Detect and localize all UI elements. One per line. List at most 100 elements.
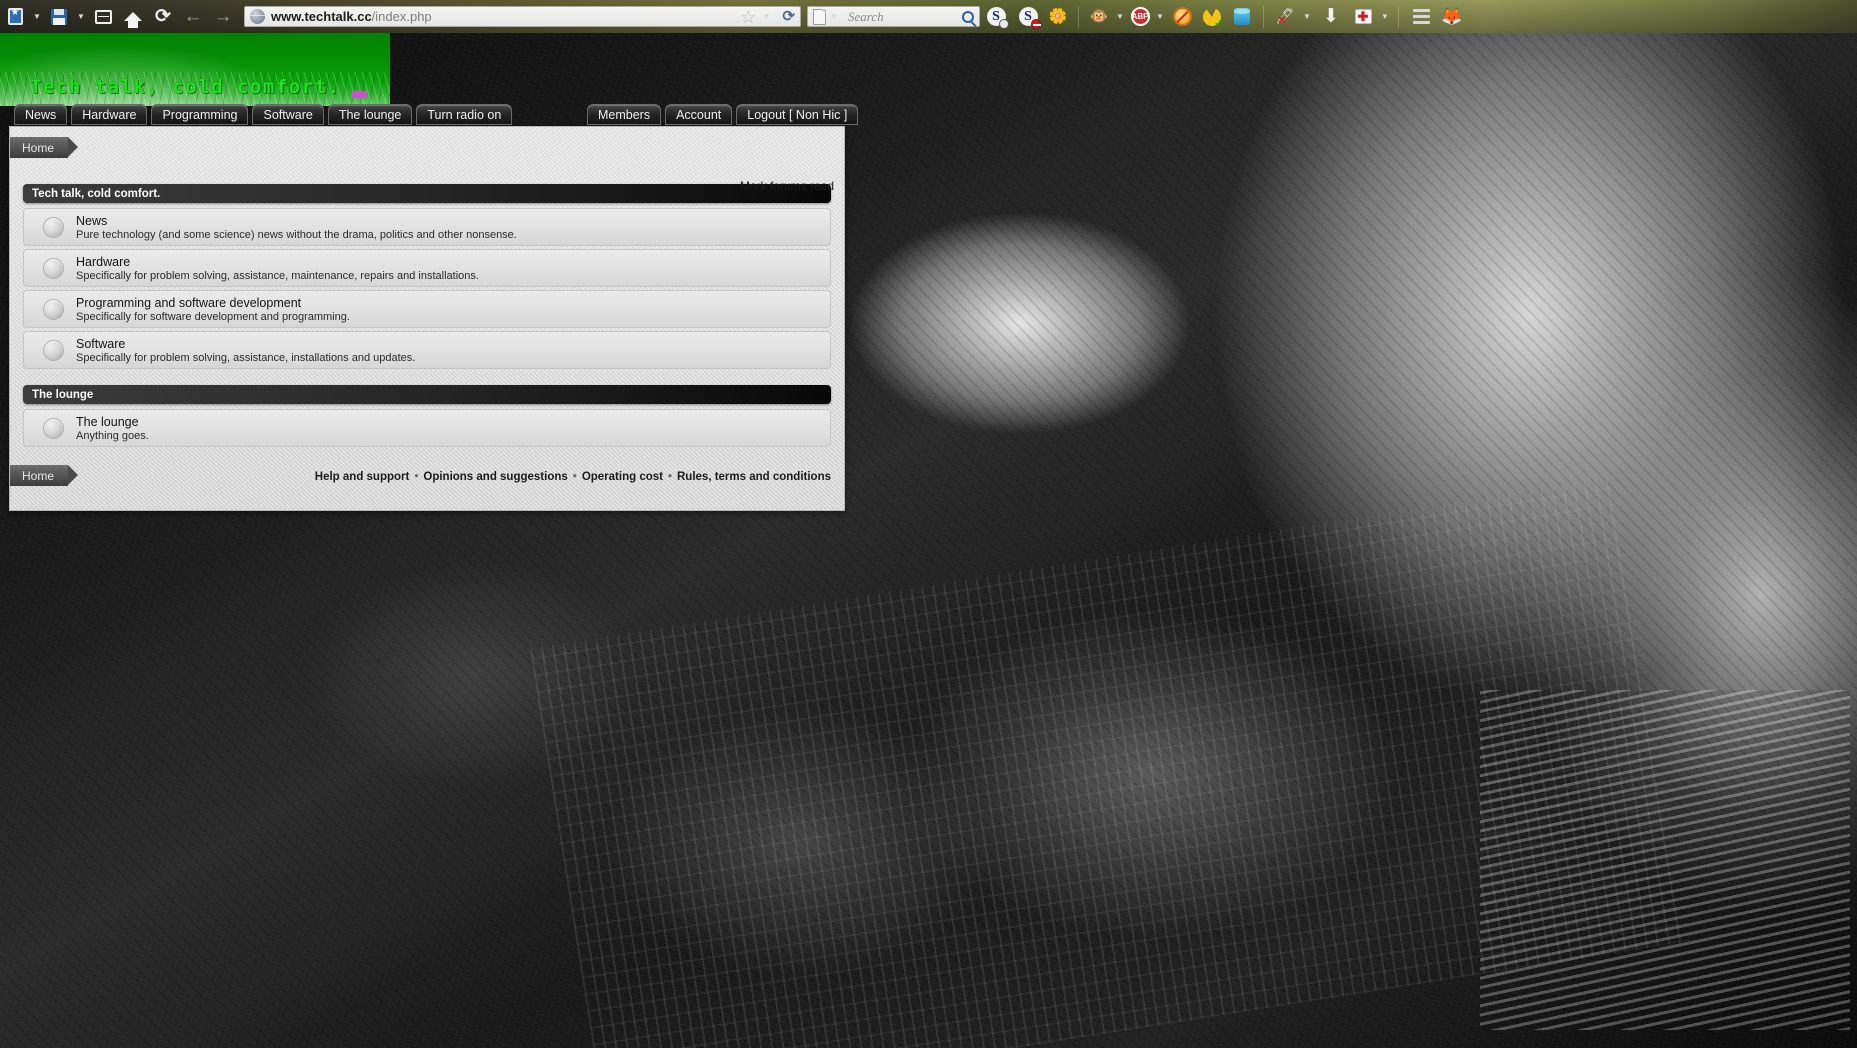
forum-title[interactable]: Hardware bbox=[76, 255, 479, 269]
first-aid-dropdown[interactable]: ▼ bbox=[1378, 0, 1392, 33]
main-navigation: News Hardware Programming Software The l… bbox=[0, 104, 860, 127]
category-header: Tech talk, cold comfort. bbox=[23, 184, 831, 203]
nav-tab-hardware[interactable]: Hardware bbox=[71, 104, 148, 125]
nav-primary-group: News Hardware Programming Software The l… bbox=[14, 104, 513, 125]
chevron-down-icon: ▼ bbox=[1303, 12, 1311, 21]
forum-row-news[interactable]: News Pure technology (and some science) … bbox=[23, 208, 831, 246]
noscript-blocked-icon: S bbox=[1018, 7, 1041, 29]
pac-addon-button[interactable] bbox=[1197, 0, 1227, 33]
nav-tab-label: Hardware bbox=[82, 107, 137, 122]
first-aid-button[interactable] bbox=[1348, 0, 1378, 33]
nav-tab-label: The lounge bbox=[338, 107, 402, 122]
forum-row-the-lounge[interactable]: The lounge Anything goes. bbox=[23, 409, 831, 447]
nav-tab-the-lounge[interactable]: The lounge bbox=[327, 104, 413, 125]
nav-tab-news[interactable]: News bbox=[14, 104, 68, 125]
address-reload-icon[interactable]: ⟳ bbox=[782, 9, 795, 24]
forum-title[interactable]: Programming and software development bbox=[76, 296, 350, 310]
site-title: Tech talk, cold comfort. bbox=[30, 76, 341, 98]
bookmark-dropdown[interactable]: ▼ bbox=[30, 0, 44, 33]
address-dropdown[interactable]: ▼ bbox=[762, 12, 776, 21]
nav-tab-programming[interactable]: Programming bbox=[151, 104, 249, 125]
forum-category-section: The lounge The lounge Anything goes. bbox=[23, 385, 831, 447]
forum-row-software[interactable]: Software Specifically for problem solvin… bbox=[23, 331, 831, 369]
browser-toolbar: ▼ ▼ ⟳ ← → www.techtalk.cc/index.php ☆ ▼ … bbox=[0, 0, 1857, 33]
back-arrow-icon: ← bbox=[183, 6, 203, 27]
window-icon bbox=[94, 9, 112, 24]
profile-button[interactable]: 🐵 bbox=[1085, 0, 1113, 33]
downloads-button[interactable]: ⬇ bbox=[1314, 0, 1348, 33]
download-arrow-icon: ⬇ bbox=[1323, 6, 1339, 27]
footer-separator: • bbox=[414, 471, 419, 483]
breadcrumb-home-top[interactable]: Home bbox=[10, 137, 79, 158]
forward-button[interactable]: → bbox=[208, 0, 238, 33]
forum-title[interactable]: News bbox=[76, 214, 517, 228]
chevron-down-icon: ▼ bbox=[77, 12, 85, 21]
bookmark-button[interactable] bbox=[0, 0, 30, 33]
footer-link-rules-terms-and-conditions[interactable]: Rules, terms and conditions bbox=[677, 471, 831, 483]
adblock-button[interactable]: ABP bbox=[1127, 0, 1153, 33]
mark-forums-read-link[interactable]: Mark forums read bbox=[740, 179, 834, 193]
menu-button[interactable] bbox=[1405, 0, 1437, 33]
nav-tab-turn-radio-on[interactable]: Turn radio on bbox=[416, 104, 513, 125]
background-ribbon-detail bbox=[1480, 690, 1850, 1030]
chevron-down-icon: ▼ bbox=[1156, 12, 1164, 21]
forum-list: News Pure technology (and some science) … bbox=[23, 208, 831, 369]
database-button[interactable] bbox=[1227, 0, 1257, 33]
forum-row-programming[interactable]: Programming and software development Spe… bbox=[23, 290, 831, 328]
colorpicker-dropdown[interactable]: ▼ bbox=[1300, 0, 1314, 33]
breadcrumb-label: Home bbox=[22, 140, 55, 155]
forum-category-section: Tech talk, cold comfort. News Pure techn… bbox=[23, 184, 831, 369]
footer-link-opinions-and-suggestions[interactable]: Opinions and suggestions bbox=[423, 471, 567, 483]
footer-separator: • bbox=[572, 471, 577, 483]
search-engine-dropdown[interactable]: ▼ bbox=[830, 12, 844, 21]
footer-link-operating-cost[interactable]: Operating cost bbox=[582, 471, 663, 483]
nav-tab-logout[interactable]: Logout [ Non Hic ] bbox=[736, 104, 859, 125]
blocked-badge-icon bbox=[1030, 19, 1041, 29]
noscript-blocked-button[interactable]: S bbox=[1012, 0, 1044, 33]
flower-addon-button[interactable]: 🌼 bbox=[1044, 0, 1072, 33]
colorpicker-button[interactable]: 🖊 bbox=[1270, 0, 1300, 33]
noscript-button[interactable]: S bbox=[980, 0, 1012, 33]
forum-row-hardware[interactable]: Hardware Specifically for problem solvin… bbox=[23, 249, 831, 287]
search-engine-icon[interactable] bbox=[813, 8, 826, 25]
noscript-surrogate-icon: S bbox=[986, 7, 1009, 29]
save-icon bbox=[51, 8, 67, 25]
nav-tab-members[interactable]: Members bbox=[587, 104, 662, 125]
breadcrumb-label: Home bbox=[22, 468, 55, 483]
forum-description: Specifically for problem solving, assist… bbox=[76, 269, 479, 282]
chevron-down-icon: ▼ bbox=[1116, 12, 1124, 21]
forum-status-icon bbox=[43, 339, 64, 361]
save-dropdown[interactable]: ▼ bbox=[74, 0, 88, 33]
nav-tab-label: Turn radio on bbox=[427, 107, 502, 122]
forum-title[interactable]: Software bbox=[76, 337, 415, 351]
back-button[interactable]: ← bbox=[178, 0, 208, 33]
forum-title[interactable]: The lounge bbox=[76, 415, 149, 429]
profile-dropdown[interactable]: ▼ bbox=[1113, 0, 1127, 33]
reload-button[interactable]: ⟳ bbox=[148, 0, 178, 33]
firefox-button[interactable]: 🦊 bbox=[1437, 0, 1467, 33]
nav-tab-software[interactable]: Software bbox=[252, 104, 324, 125]
forum-description: Pure technology (and some science) news … bbox=[76, 228, 517, 241]
flashblock-button[interactable] bbox=[1167, 0, 1197, 33]
nav-tab-label: Members bbox=[598, 107, 651, 122]
footer-link-help-and-support[interactable]: Help and support bbox=[315, 471, 410, 483]
forum-content-panel: Home Mark forums read Tech talk, cold co… bbox=[9, 126, 845, 511]
forum-list: The lounge Anything goes. bbox=[23, 409, 831, 447]
search-bar[interactable]: ▼ Search bbox=[807, 6, 980, 27]
nav-tab-account[interactable]: Account bbox=[665, 104, 733, 125]
adblock-dropdown[interactable]: ▼ bbox=[1153, 0, 1167, 33]
address-bar[interactable]: www.techtalk.cc/index.php ☆ ▼ ⟳ bbox=[244, 6, 801, 27]
new-window-button[interactable] bbox=[88, 0, 118, 33]
nav-tab-label: Software bbox=[263, 107, 313, 122]
star-icon[interactable]: ☆ bbox=[740, 8, 756, 26]
search-input-placeholder: Search bbox=[848, 8, 884, 24]
chevron-down-icon: ▼ bbox=[33, 12, 41, 21]
forum-description: Specifically for problem solving, assist… bbox=[76, 351, 416, 364]
panel-spacer bbox=[10, 160, 844, 184]
save-page-button[interactable] bbox=[44, 0, 74, 33]
home-button[interactable] bbox=[118, 0, 148, 33]
category-header-label: Tech talk, cold comfort. bbox=[32, 187, 161, 200]
footer-separator: • bbox=[667, 471, 672, 483]
search-icon[interactable] bbox=[962, 10, 974, 23]
breadcrumb-home-bottom[interactable]: Home bbox=[10, 465, 79, 486]
